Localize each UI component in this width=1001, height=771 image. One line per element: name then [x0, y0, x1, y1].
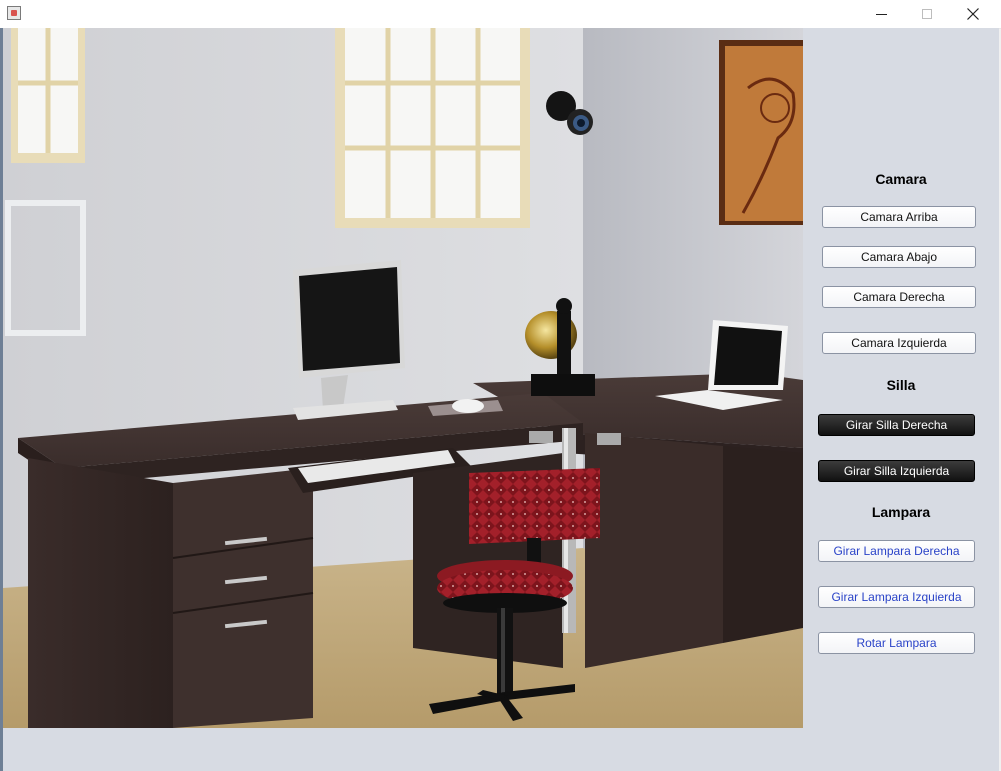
java-app-icon [7, 6, 21, 20]
rotate-lamp-left-button[interactable]: Girar Lampara Izquierda [818, 586, 975, 608]
rotate-chair-right-button[interactable]: Girar Silla Derecha [818, 414, 975, 436]
camera-down-button[interactable]: Camara Abajo [822, 246, 976, 268]
camera-left-button[interactable]: Camara Izquierda [822, 332, 976, 354]
title-bar [0, 0, 1001, 29]
window-center [335, 28, 530, 228]
minimize-button[interactable] [858, 0, 904, 28]
spin-lamp-button[interactable]: Rotar Lampara [818, 632, 975, 654]
camera-section-heading: Camara [875, 171, 927, 187]
window-left [11, 28, 85, 163]
chair-section-heading: Silla [886, 377, 916, 393]
lamp-section-heading: Lampara [871, 504, 931, 520]
maximize-button[interactable] [904, 0, 950, 28]
camera-right-button[interactable]: Camara Derecha [822, 286, 976, 308]
rotate-lamp-right-button[interactable]: Girar Lampara Derecha [818, 540, 975, 562]
office-scene-render [3, 28, 803, 728]
window-content: Camara Camara Arriba Camara Abajo Camara… [3, 28, 999, 771]
wall-painting [719, 40, 803, 225]
office-scene-canvas[interactable] [3, 28, 803, 728]
control-panel: Camara Camara Arriba Camara Abajo Camara… [803, 28, 999, 728]
rotate-chair-left-button[interactable]: Girar Silla Izquierda [818, 460, 975, 482]
close-icon [967, 8, 979, 20]
maximize-icon [922, 9, 932, 19]
camera-up-button[interactable]: Camara Arriba [822, 206, 976, 228]
minimize-icon [875, 13, 887, 15]
close-button[interactable] [950, 0, 996, 28]
